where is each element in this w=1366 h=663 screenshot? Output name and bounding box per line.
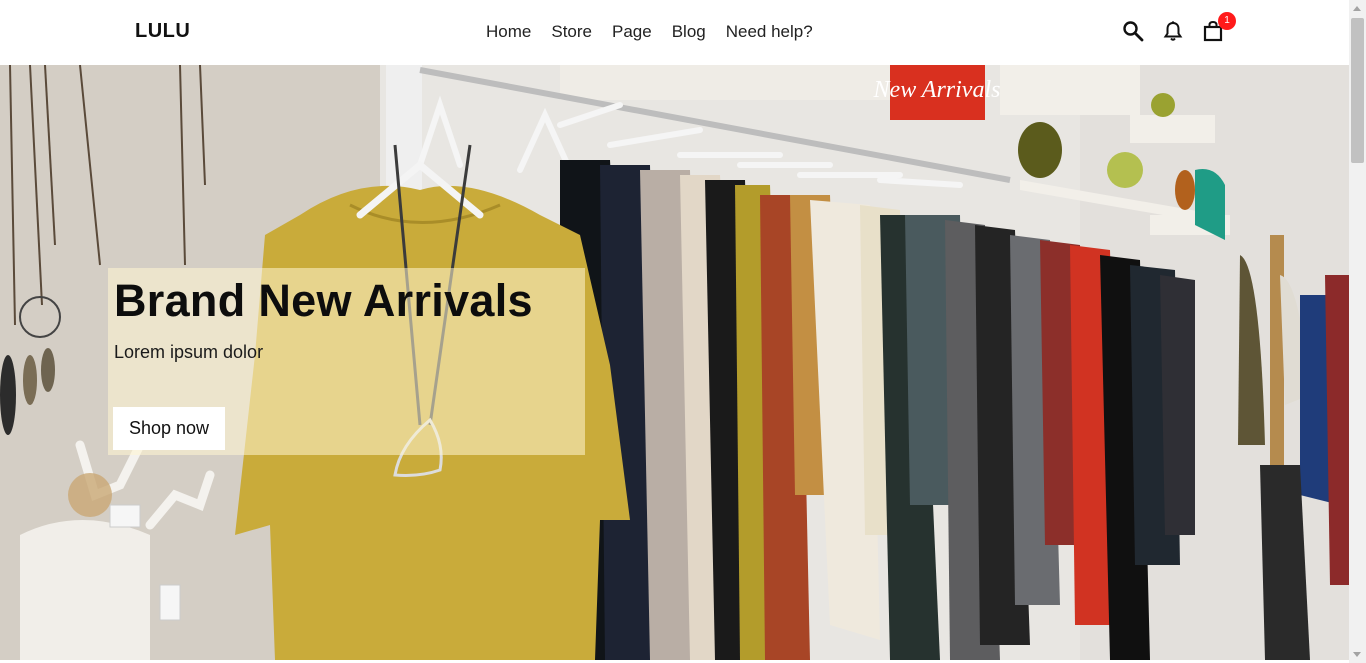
shop-now-button[interactable]: Shop now [113, 407, 225, 450]
hero-title: Brand New Arrivals [114, 275, 533, 326]
new-arrivals-sign-text: New Arrivals [873, 77, 1001, 103]
shopping-bag-icon[interactable]: 1 [1200, 12, 1236, 44]
logo[interactable]: LULU [135, 20, 190, 43]
main-nav: Home Store Page Blog Need help? [486, 21, 813, 43]
site-header: LULU Home Store Page Blog Need help? 1 [0, 0, 1349, 65]
scroll-down-arrow-icon[interactable] [1353, 652, 1361, 657]
hero-banner: New Arrivals Brand New Arrivals Lorem ip… [0, 65, 1349, 660]
hero-subtitle: Lorem ipsum dolor [114, 342, 264, 362]
nav-home[interactable]: Home [486, 21, 531, 43]
nav-need-help[interactable]: Need help? [726, 21, 813, 43]
header-icons: 1 [1120, 12, 1236, 44]
page-scrollbar[interactable] [1349, 0, 1366, 663]
nav-store[interactable]: Store [551, 21, 592, 43]
scroll-thumb[interactable] [1351, 18, 1364, 163]
nav-page[interactable]: Page [612, 21, 652, 43]
nav-blog[interactable]: Blog [672, 21, 706, 43]
search-icon[interactable] [1120, 18, 1146, 44]
bell-icon[interactable] [1160, 18, 1186, 44]
scroll-up-arrow-icon[interactable] [1353, 6, 1361, 11]
cart-count-badge: 1 [1218, 12, 1236, 30]
